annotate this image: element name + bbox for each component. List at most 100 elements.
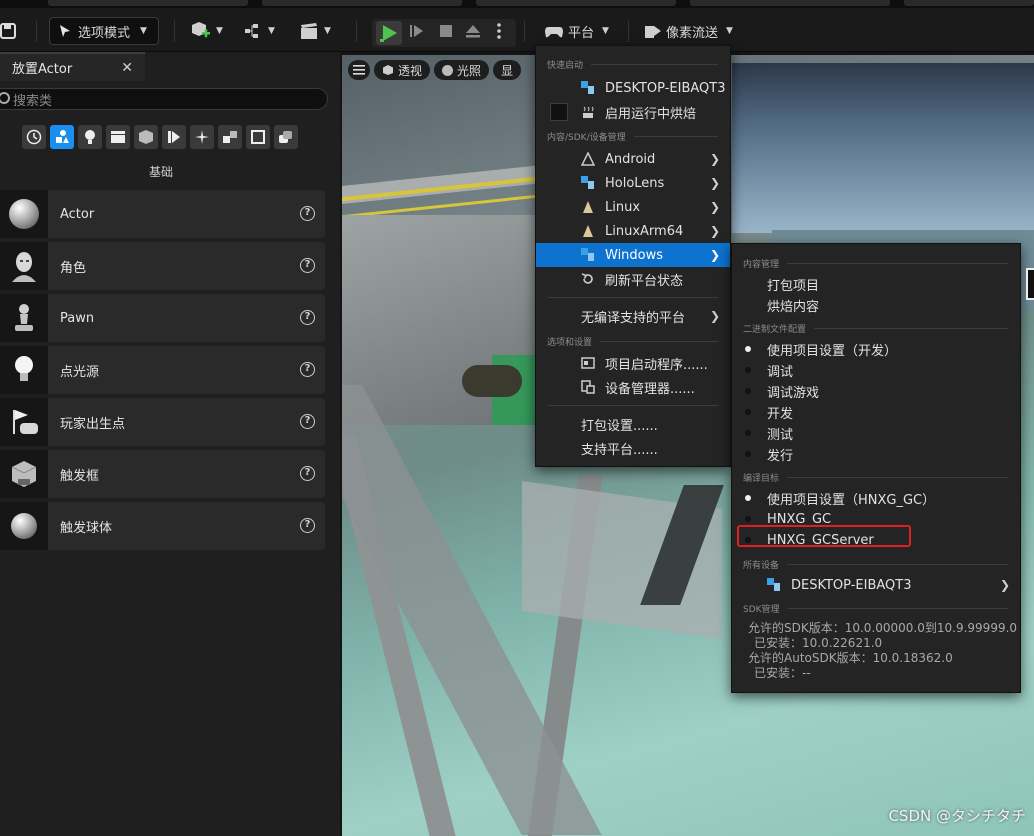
help-icon[interactable]: ?	[300, 310, 315, 325]
menu-item-packaging-settings[interactable]: 打包设置......	[536, 412, 730, 436]
menu-item-quick-launch-device[interactable]: DESKTOP-EIBAQT3	[536, 76, 730, 100]
add-content-button[interactable]: ▼	[190, 17, 223, 45]
menu-item-label: 无编译支持的平台	[581, 310, 686, 326]
blueprints-button[interactable]: ▼	[244, 17, 275, 45]
cubes-icon	[223, 131, 237, 143]
advance-frame-button[interactable]	[408, 17, 426, 45]
search-input[interactable]: 搜索类	[0, 88, 328, 110]
section-build-target: 编译目标	[732, 471, 1020, 484]
help-icon[interactable]: ?	[300, 414, 315, 429]
stop-icon	[440, 25, 452, 37]
document-tab[interactable]	[48, 0, 248, 6]
document-tab[interactable]	[262, 0, 462, 6]
menu-item-android[interactable]: Android ❯	[536, 147, 730, 171]
menu-item-linux[interactable]: Linux ❯	[536, 195, 730, 219]
actor-item-actor[interactable]: Actor ?	[0, 190, 325, 238]
place-actors-tab[interactable]: 放置Actor ✕	[0, 52, 145, 81]
menu-item-device-manager[interactable]: 设备管理器......	[536, 375, 730, 399]
document-tab[interactable]	[690, 0, 890, 6]
menu-item-supported-platforms[interactable]: 支持平台......	[536, 436, 730, 460]
frame-icon	[251, 130, 265, 144]
close-icon[interactable]: ✕	[121, 60, 133, 76]
chevron-down-icon: ▼	[216, 26, 223, 36]
show-button[interactable]: 显	[493, 60, 522, 80]
cook-on-the-fly-checkbox[interactable]	[550, 103, 568, 121]
platforms-button[interactable]: 平台 ▼	[544, 17, 609, 45]
cinematic-category-button[interactable]	[106, 125, 130, 149]
help-icon[interactable]: ?	[300, 518, 315, 533]
save-icon	[0, 23, 16, 39]
actor-item-pawn[interactable]: Pawn ?	[0, 294, 325, 342]
menu-item-windows[interactable]: Windows ❯	[536, 243, 730, 267]
chevron-down-icon: ▼	[268, 26, 275, 36]
lights-category-button[interactable]	[78, 125, 102, 149]
menu-item-label: Android	[605, 151, 656, 167]
all-classes-category-button[interactable]	[246, 125, 270, 149]
sphere-icon	[0, 190, 48, 238]
chevron-down-icon: ▼	[324, 26, 331, 36]
chevron-right-icon: ❯	[709, 200, 720, 214]
lit-sphere-icon	[442, 64, 454, 76]
perspective-button[interactable]: 透视	[374, 60, 431, 80]
show-label: 显	[501, 63, 514, 78]
menu-divider	[548, 297, 718, 298]
help-icon[interactable]: ?	[300, 362, 315, 377]
menu-item-label: LinuxArm64	[605, 223, 684, 239]
shapes-icon	[56, 130, 69, 143]
stop-button[interactable]	[438, 17, 454, 45]
menu-item-project-launcher[interactable]: 项目启动程序......	[536, 351, 730, 375]
play-options-button[interactable]	[496, 17, 502, 45]
save-button[interactable]	[0, 17, 18, 45]
windows-icon	[767, 578, 781, 592]
watermark: CSDN @タシチタチ	[888, 807, 1026, 825]
layers-category-button[interactable]	[274, 125, 298, 149]
menu-item-device[interactable]: DESKTOP-EIBAQT3 ❯	[732, 573, 1020, 597]
skip-frame-icon	[410, 25, 423, 37]
section-label: 选项和设置	[547, 338, 593, 348]
lit-mode-button[interactable]: 光照	[434, 60, 490, 80]
visual-effects-category-button[interactable]	[134, 125, 158, 149]
platforms-label: 平台	[568, 25, 595, 41]
help-icon[interactable]: ?	[300, 258, 315, 273]
cube-icon	[139, 130, 153, 144]
pawn-icon	[0, 294, 48, 342]
section-label: 内容管理	[743, 260, 780, 270]
chevron-right-icon: ❯	[709, 248, 720, 262]
cinematics-button[interactable]: ▼	[300, 17, 331, 45]
mode-selector[interactable]: 选项模式 ▼	[49, 17, 159, 45]
document-tab[interactable]	[904, 0, 1034, 6]
menu-item-cook-content[interactable]: 烘焙内容	[732, 293, 1020, 317]
section-options: 选项和设置	[536, 335, 730, 348]
menu-item-hololens[interactable]: HoloLens ❯	[536, 171, 730, 195]
radio-unselected-icon	[745, 451, 751, 457]
menu-item-unsupported-platforms[interactable]: 无编译支持的平台 ❯	[536, 304, 730, 328]
actor-item-character[interactable]: 角色 ?	[0, 242, 325, 290]
volumes-category-button[interactable]	[190, 125, 214, 149]
play-button[interactable]	[376, 21, 402, 45]
windows-submenu: 内容管理 打包项目 烘焙内容 二进制文件配置 使用项目设置（开发） 调试 调试游戏开…	[731, 243, 1021, 693]
pixel-streaming-button[interactable]: 像素流送 ▼	[644, 17, 733, 45]
device-icon	[581, 380, 595, 394]
actor-item-player-start[interactable]: 玩家出生点 ?	[0, 398, 325, 446]
actor-item-trigger-box[interactable]: 触发框 ?	[0, 450, 325, 498]
menu-item-refresh-platform-status[interactable]: 刷新平台状态	[536, 267, 730, 291]
menu-item-linuxarm64[interactable]: LinuxArm64 ❯	[536, 219, 730, 243]
document-tab[interactable]	[476, 0, 676, 6]
binary-config-option[interactable]: 发行	[732, 442, 1020, 466]
shapes-category-button[interactable]	[218, 125, 242, 149]
basic-category-button[interactable]	[50, 125, 74, 149]
eject-button[interactable]	[464, 17, 482, 45]
help-icon[interactable]: ?	[300, 206, 315, 221]
viewport-options-button[interactable]	[348, 60, 370, 80]
recent-category-button[interactable]	[22, 125, 46, 149]
actor-item-label: 触发框	[60, 468, 100, 484]
layers-icon	[279, 131, 292, 143]
menu-item-label: 烘焙内容	[767, 299, 820, 315]
document-tab-strip	[0, 0, 1034, 8]
help-icon[interactable]: ?	[300, 466, 315, 481]
geometry-category-button[interactable]	[162, 125, 186, 149]
menu-item-cook-on-the-fly[interactable]: 启用运行中烘焙	[536, 100, 730, 124]
menu-item-label: 启用运行中烘焙	[605, 106, 697, 122]
actor-item-trigger-sphere[interactable]: 触发球体 ?	[0, 502, 325, 550]
actor-item-point-light[interactable]: 点光源 ?	[0, 346, 325, 394]
